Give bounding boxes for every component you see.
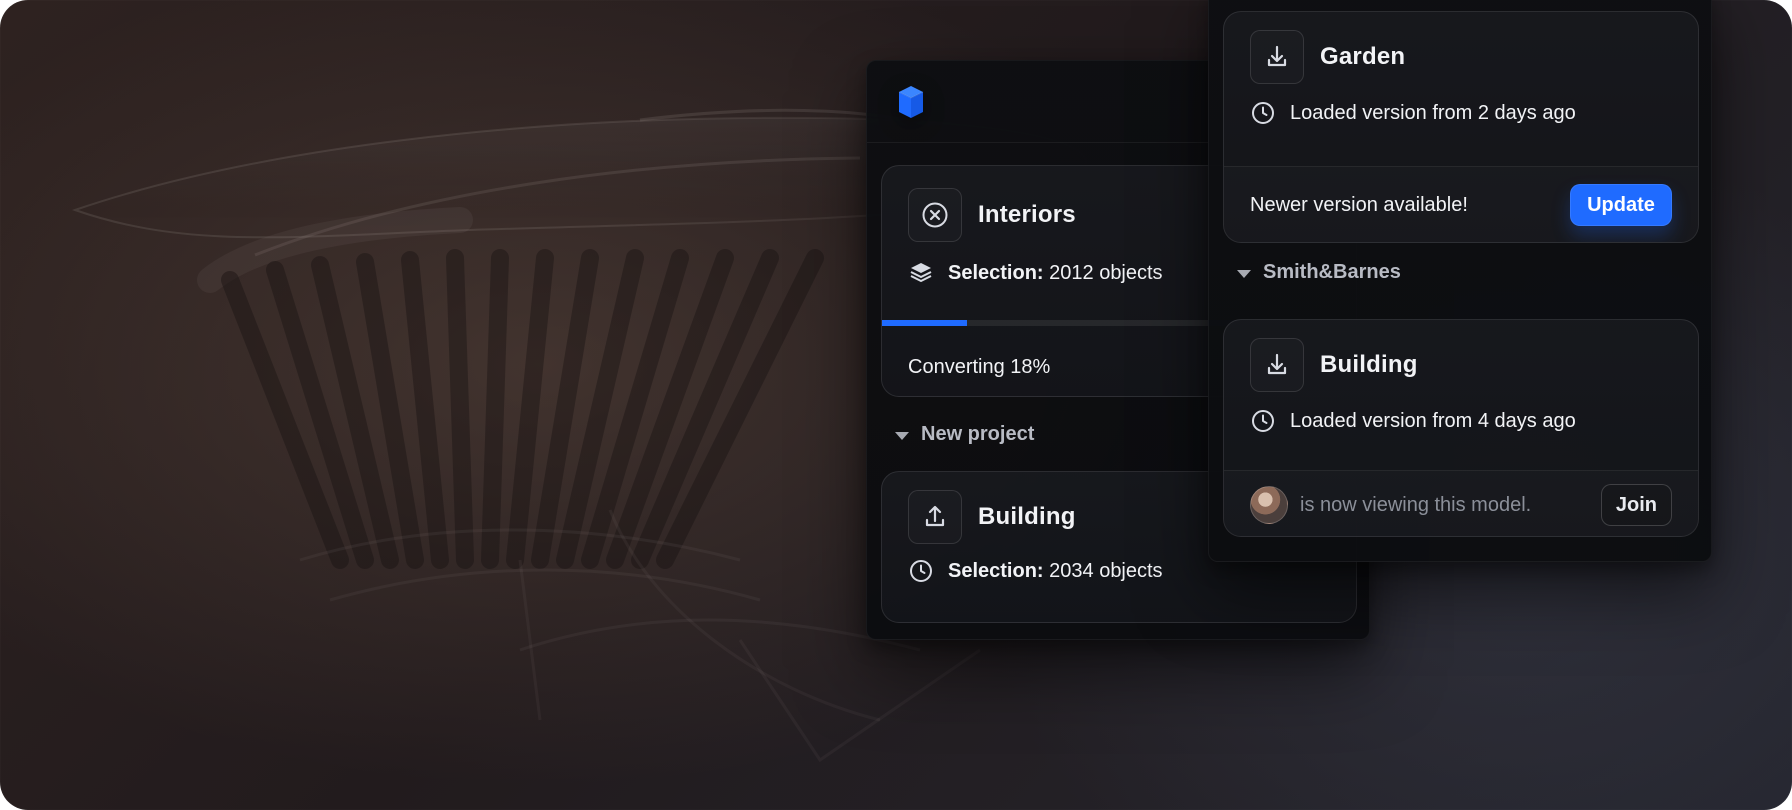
conversion-progress-text: Converting 18%: [908, 356, 1051, 378]
selection-label: Selection:: [948, 559, 1044, 582]
loaded-version-text: Loaded version from 2 days ago: [1290, 101, 1576, 124]
update-button[interactable]: Update: [1570, 184, 1672, 226]
layers-icon: [910, 263, 932, 282]
loaded-version-row: Loaded version from 4 days ago: [1250, 408, 1672, 434]
card-title: Interiors: [978, 201, 1076, 228]
section-label: Smith&Barnes: [1263, 261, 1401, 283]
loaded-version-row: Loaded version from 2 days ago: [1250, 100, 1672, 126]
update-footer: Newer version available! Update: [1224, 167, 1698, 242]
newer-version-text: Newer version available!: [1250, 193, 1468, 216]
cancel-button[interactable]: [908, 188, 962, 242]
avatar: [1250, 486, 1288, 524]
cube-logo-icon: [891, 82, 931, 122]
selection-value: 2012 objects: [1049, 261, 1163, 284]
clock-icon: [1252, 410, 1274, 432]
download-icon: [1267, 353, 1287, 375]
download-button[interactable]: [1250, 338, 1304, 392]
background-scene: Interiors Selection: 2012 objects Conver…: [0, 0, 1792, 810]
download-icon: [1267, 45, 1287, 67]
chevron-down-icon: [895, 431, 909, 440]
clock-icon: [910, 560, 932, 582]
viewer-text: is now viewing this model.: [1300, 493, 1532, 516]
loaded-version-text: Loaded version from 4 days ago: [1290, 409, 1576, 432]
join-button[interactable]: Join: [1600, 484, 1672, 526]
card-title: Garden: [1320, 43, 1406, 70]
upload-icon: [925, 505, 945, 527]
card-garden: Garden Loaded version from 2 days ago Ne…: [1223, 11, 1699, 243]
section-label: New project: [921, 423, 1035, 445]
card-title: Building: [1320, 351, 1418, 378]
section-smith-barnes[interactable]: Smith&Barnes: [1237, 261, 1401, 284]
viewer-footer: is now viewing this model. Join: [1224, 471, 1698, 536]
right-panel: Garden Loaded version from 2 days ago Ne…: [1208, 0, 1712, 562]
viewer-info: is now viewing this model.: [1250, 486, 1531, 524]
clock-icon: [1252, 102, 1274, 124]
selection-value: 2034 objects: [1049, 559, 1163, 582]
section-new-project[interactable]: New project: [895, 423, 1034, 446]
selection-label: Selection:: [948, 261, 1044, 284]
card-title: Building: [978, 503, 1076, 530]
upload-button[interactable]: [908, 490, 962, 544]
conversion-progress-fill: [882, 320, 968, 326]
download-button[interactable]: [1250, 30, 1304, 84]
chevron-down-icon: [1237, 269, 1251, 278]
close-icon: [922, 202, 948, 228]
card-building-download: Building Loaded version from 4 days ago …: [1223, 319, 1699, 537]
